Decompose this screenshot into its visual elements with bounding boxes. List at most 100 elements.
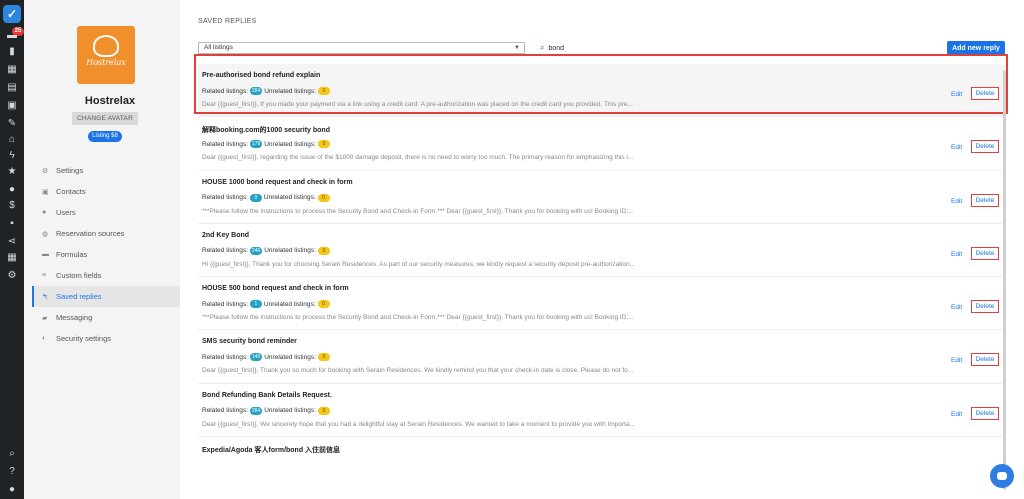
grid-icon[interactable]: ▦ bbox=[6, 252, 18, 264]
reply-title: Pre-authorised bond refund explain bbox=[202, 72, 321, 79]
list-item[interactable]: 解释booking.com的1000 security bond Related… bbox=[198, 117, 1006, 171]
nav-item-security-settings[interactable]: ◐ Security settings bbox=[32, 328, 180, 349]
reply-preview: Dear {{guest_first}}, We sincerely hope … bbox=[202, 420, 635, 428]
unrelated-label: Unrelated listings: bbox=[264, 140, 316, 148]
delete-button[interactable]: Delete bbox=[971, 300, 999, 314]
related-label: Related listings: bbox=[202, 140, 248, 148]
list-item[interactable]: SMS security bond reminder Related listi… bbox=[198, 330, 1006, 384]
home-icon[interactable]: ⌂ bbox=[6, 134, 18, 146]
add-new-reply-button[interactable]: Add new reply bbox=[947, 41, 1005, 56]
reply-title: 2nd Key Bond bbox=[202, 231, 250, 239]
list-item[interactable]: 2nd Key Bond Related listings: 246 Unrel… bbox=[198, 224, 1006, 278]
list-scrollbar[interactable] bbox=[1003, 70, 1006, 490]
support-chat-button[interactable] bbox=[990, 464, 1014, 488]
unrelated-label: Unrelated listings: bbox=[264, 353, 316, 361]
related-label: Related listings: bbox=[202, 87, 248, 95]
formula-icon: ▬ bbox=[42, 251, 49, 258]
listing-filter-select[interactable]: All listings ▼ bbox=[198, 42, 525, 54]
reply-preview: Dear {{guest_first}}, regarding the issu… bbox=[202, 154, 634, 162]
contacts-icon: ▣ bbox=[42, 188, 49, 196]
edit-button[interactable]: Edit bbox=[951, 411, 962, 418]
related-count-badge: 246 bbox=[249, 246, 263, 255]
stats-icon[interactable]: ▮ bbox=[6, 46, 18, 58]
logo-check-icon[interactable]: ✓ bbox=[3, 5, 21, 23]
tasks-icon[interactable]: ▤ bbox=[6, 82, 18, 94]
nav-item-messaging[interactable]: ▰ Messaging bbox=[32, 307, 180, 328]
users-icon: ● bbox=[42, 209, 47, 216]
globe-icon: ◍ bbox=[42, 230, 49, 238]
listing-filter-value: All listings bbox=[204, 44, 233, 51]
gear-icon[interactable]: ⚙ bbox=[6, 270, 18, 282]
left-rail: ✓ 25 ▬ ▮ ▦ ▤ ▣ ✎ ⌂ ϟ ★ ● $ ▪ ⋖ ▦ ⚙ ⌕ ? ● bbox=[0, 0, 24, 499]
nav-item-settings[interactable]: ⚙ Settings bbox=[32, 160, 180, 181]
reply-preview: ***Please follow the instructions to pro… bbox=[202, 314, 634, 322]
messages-icon[interactable]: ▬ bbox=[6, 30, 18, 42]
unrelated-label: Unrelated listings: bbox=[264, 87, 316, 95]
shield-icon: ◐ bbox=[42, 335, 47, 342]
search-icon[interactable]: ⌕ bbox=[6, 448, 18, 460]
main-content: SAVED REPLIES All listings ▼ ⌕ Add new r… bbox=[180, 0, 1024, 499]
related-label: Related listings: bbox=[202, 353, 248, 361]
related-count-badge: 140 bbox=[249, 353, 263, 362]
list-item[interactable]: Bond Refunding Bank Details Request. Rel… bbox=[198, 384, 1006, 438]
unrelated-label: Unrelated listings: bbox=[263, 194, 316, 202]
profile-icon[interactable]: ● bbox=[6, 484, 18, 496]
edit-button[interactable]: Edit bbox=[951, 357, 962, 364]
list-item[interactable]: Expedia/Agoda 客人form/bond 入住前信息 bbox=[198, 437, 1006, 490]
listing-badge: Listing $8 bbox=[88, 131, 122, 142]
chevron-down-icon: ▼ bbox=[514, 45, 520, 51]
reply-title: HOUSE 1000 bond request and check in for… bbox=[202, 178, 353, 186]
edit-button[interactable]: Edit bbox=[951, 144, 962, 151]
reply-icon: ↰ bbox=[42, 293, 48, 301]
change-avatar-button[interactable]: CHANGE AVATAR bbox=[72, 112, 138, 125]
nav-item-contacts[interactable]: ▣ Contacts bbox=[32, 181, 180, 202]
nav-item-users[interactable]: ● Users bbox=[32, 202, 180, 223]
delete-button[interactable]: Delete bbox=[971, 353, 999, 367]
unrelated-count-badge: 0 bbox=[317, 87, 330, 95]
related-count-badge: 284 bbox=[249, 406, 263, 415]
reply-title: Expedia/Agoda 客人form/bond 入住前信息 bbox=[202, 447, 341, 455]
unrelated-count-badge: 0 bbox=[317, 353, 330, 362]
list-item[interactable]: Pre-authorised bond refund explain Relat… bbox=[198, 64, 1006, 118]
delete-button[interactable]: Delete bbox=[971, 193, 999, 207]
delete-button[interactable]: Delete bbox=[971, 406, 999, 420]
delete-button[interactable]: Delete bbox=[971, 140, 999, 154]
delete-button[interactable]: Delete bbox=[971, 246, 999, 260]
help-icon[interactable]: ? bbox=[6, 466, 18, 478]
edit-button[interactable]: Edit bbox=[951, 304, 962, 311]
nav-item-formulas[interactable]: ▬ Formulas bbox=[32, 244, 180, 265]
delete-button[interactable]: Delete bbox=[971, 87, 999, 100]
edit-button[interactable]: Edit bbox=[951, 91, 962, 98]
dollar-icon[interactable]: $ bbox=[6, 200, 18, 212]
list-item[interactable]: HOUSE 500 bond request and check in form… bbox=[198, 277, 1006, 331]
star-icon[interactable]: ★ bbox=[6, 166, 18, 178]
brand-mark-icon bbox=[93, 35, 119, 57]
reply-meta: Related listings: 178 Unrelated listings… bbox=[202, 140, 332, 149]
edit-button[interactable]: Edit bbox=[951, 198, 962, 205]
unrelated-count-badge: 0 bbox=[317, 140, 330, 149]
reply-meta: Related listings: 284 Unrelated listings… bbox=[202, 87, 332, 95]
nav-item-custom-fields[interactable]: ≡ Custom fields bbox=[32, 265, 180, 286]
unrelated-count-badge: 0 bbox=[317, 193, 330, 202]
reply-title: Bond Refunding Bank Details Request. bbox=[202, 391, 332, 399]
brush-icon[interactable]: ✎ bbox=[6, 118, 18, 130]
reply-meta: Related listings: 0 Unrelated listings: … bbox=[202, 193, 332, 202]
share-icon[interactable]: ⋖ bbox=[6, 236, 18, 248]
nav-item-saved-replies[interactable]: ↰ Saved replies bbox=[32, 286, 180, 307]
team-icon[interactable]: ● bbox=[6, 184, 18, 196]
search-input[interactable] bbox=[548, 44, 669, 52]
unrelated-count-badge: 0 bbox=[317, 406, 330, 415]
briefcase-icon[interactable]: ▪ bbox=[6, 218, 18, 230]
related-label: Related listings: bbox=[202, 300, 248, 308]
unrelated-label: Unrelated listings: bbox=[264, 407, 316, 415]
bolt-icon[interactable]: ϟ bbox=[6, 150, 18, 162]
avatar-text: Hostrelax bbox=[86, 57, 126, 67]
search-box: ⌕ bbox=[540, 42, 669, 54]
nav-item-reservation-sources[interactable]: ◍ Reservation sources bbox=[32, 223, 180, 244]
list-item[interactable]: HOUSE 1000 bond request and check in for… bbox=[198, 171, 1006, 224]
listings-icon[interactable]: ▣ bbox=[6, 100, 18, 112]
edit-button[interactable]: Edit bbox=[951, 251, 962, 258]
related-count-badge: 284 bbox=[249, 87, 263, 95]
reply-title: SMS security bond reminder bbox=[202, 338, 297, 346]
calendar-icon[interactable]: ▦ bbox=[6, 64, 18, 76]
